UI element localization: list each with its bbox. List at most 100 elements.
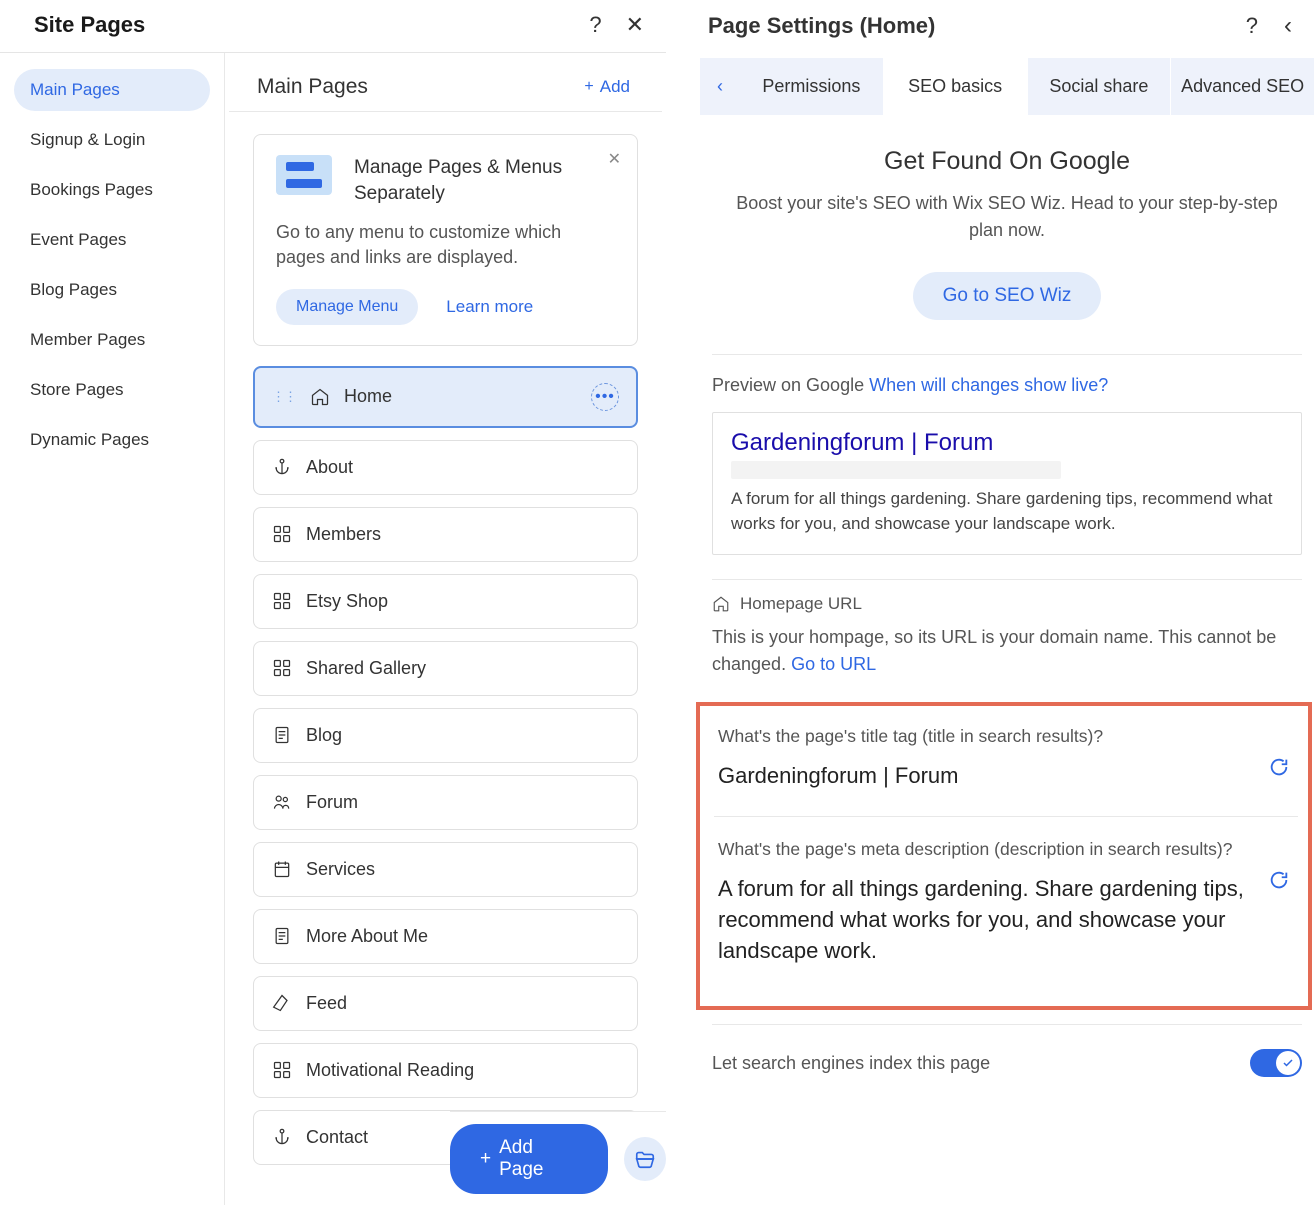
sidebar-item-bookings[interactable]: Bookings Pages — [14, 169, 210, 211]
sidebar-item-blog[interactable]: Blog Pages — [14, 269, 210, 311]
page-item-shared-gallery[interactable]: Shared Gallery — [253, 641, 638, 696]
drag-handle-icon[interactable]: ⋮⋮ — [272, 389, 296, 405]
sidebar: Main Pages Signup & Login Bookings Pages… — [0, 53, 225, 1205]
page-list: ⋮⋮ Home ••• About Members Etsy Shop Shared Gal… — [225, 366, 666, 1205]
title-tag-value[interactable]: Gardeningforum | Forum — [718, 761, 1294, 792]
sidebar-item-dynamic[interactable]: Dynamic Pages — [14, 419, 210, 461]
page-item-label: Shared Gallery — [306, 658, 426, 679]
page-item-more-about-me[interactable]: More About Me — [253, 909, 638, 964]
page-item-feed[interactable]: Feed — [253, 976, 638, 1031]
close-icon[interactable]: ✕ — [626, 12, 644, 38]
grid-icon — [272, 1060, 292, 1080]
help-icon[interactable]: ? — [1246, 13, 1258, 39]
sidebar-item-signup-login[interactable]: Signup & Login — [14, 119, 210, 161]
page-item-label: Blog — [306, 725, 342, 746]
bottom-bar: +Add Page — [450, 1111, 666, 1205]
help-icon[interactable]: ? — [589, 12, 601, 38]
meta-desc-label: What's the page's meta description (desc… — [718, 839, 1294, 860]
plus-icon: + — [584, 78, 593, 96]
page-item-services[interactable]: Services — [253, 842, 638, 897]
info-card: ✕ Manage Pages & Menus Separately Go to … — [253, 134, 638, 346]
add-folder-button[interactable] — [624, 1137, 666, 1181]
go-to-url-link[interactable]: Go to URL — [791, 654, 876, 674]
manage-menu-button[interactable]: Manage Menu — [276, 289, 418, 325]
page-more-button[interactable]: ••• — [591, 383, 619, 411]
page-item-label: Home — [344, 386, 392, 407]
page-item-label: About — [306, 457, 353, 478]
page-item-label: Feed — [306, 993, 347, 1014]
tab-permissions[interactable]: Permissions — [740, 58, 884, 115]
changes-live-link[interactable]: When will changes show live? — [869, 375, 1108, 395]
page-item-blog[interactable]: Blog — [253, 708, 638, 763]
homepage-url-section: Homepage URL This is your hompage, so it… — [708, 580, 1306, 702]
tabs-scroll-left[interactable]: ‹ — [700, 58, 740, 115]
anchor-icon — [272, 1127, 292, 1147]
chevron-left-icon[interactable]: ‹ — [1284, 12, 1292, 40]
add-page-link[interactable]: +Add — [584, 77, 630, 97]
title-tag-label: What's the page's title tag (title in se… — [718, 726, 1294, 747]
page-item-members[interactable]: Members — [253, 507, 638, 562]
pages-column: Main Pages +Add ✕ Manage Pages & Menus S… — [225, 53, 666, 1205]
page-item-forum[interactable]: Forum — [253, 775, 638, 830]
calendar-icon — [272, 859, 292, 879]
google-preview-section: Preview on Google When will changes show… — [708, 355, 1306, 579]
page-item-label: Members — [306, 524, 381, 545]
page-icon — [272, 725, 292, 745]
page-item-label: Forum — [306, 792, 358, 813]
people-icon — [272, 792, 292, 812]
homepage-url-label: Homepage URL — [740, 594, 862, 614]
page-item-label: Motivational Reading — [306, 1060, 474, 1081]
seo-wiz-button[interactable]: Go to SEO Wiz — [913, 272, 1102, 320]
title-reset-button[interactable] — [1268, 756, 1292, 780]
left-header: Site Pages ? ✕ — [0, 0, 666, 53]
info-desc: Go to any menu to customize which pages … — [276, 220, 615, 270]
page-icon — [272, 926, 292, 946]
grid-icon — [272, 524, 292, 544]
seo-hero: Get Found On Google Boost your site's SE… — [708, 147, 1306, 354]
page-item-label: Contact — [306, 1127, 368, 1148]
site-pages-title: Site Pages — [34, 12, 145, 38]
tabs-row: ‹ Permissions SEO basics Social share Ad… — [700, 58, 1314, 115]
plus-icon: + — [480, 1148, 491, 1170]
sidebar-item-store[interactable]: Store Pages — [14, 369, 210, 411]
page-settings-panel: Page Settings (Home) ? ‹ ‹ Permissions S… — [700, 0, 1314, 1204]
menu-illustration-icon — [276, 155, 332, 195]
page-item-home[interactable]: ⋮⋮ Home ••• — [253, 366, 638, 428]
meta-desc-field: What's the page's meta description (desc… — [714, 835, 1298, 984]
seo-hero-desc: Boost your site's SEO with Wix SEO Wiz. … — [728, 190, 1286, 244]
sidebar-item-event[interactable]: Event Pages — [14, 219, 210, 261]
pages-heading: Main Pages — [257, 75, 368, 99]
learn-more-link[interactable]: Learn more — [446, 297, 533, 317]
index-label: Let search engines index this page — [712, 1053, 990, 1074]
grid-icon — [272, 591, 292, 611]
info-title: Manage Pages & Menus Separately — [354, 155, 615, 206]
google-preview-title: Gardeningforum | Forum — [731, 429, 1283, 457]
add-page-button[interactable]: +Add Page — [450, 1124, 608, 1194]
tab-advanced-seo[interactable]: Advanced SEO — [1171, 58, 1314, 115]
title-tag-field: What's the page's title tag (title in se… — [714, 722, 1298, 810]
home-icon — [310, 387, 330, 407]
index-toggle-row: Let search engines index this page — [708, 1025, 1306, 1077]
info-close-icon[interactable]: ✕ — [608, 149, 621, 169]
site-pages-panel: Site Pages ? ✕ Main Pages Signup & Login… — [0, 0, 666, 1204]
page-item-label: Services — [306, 859, 375, 880]
desc-reset-button[interactable] — [1268, 869, 1292, 893]
page-item-etsy-shop[interactable]: Etsy Shop — [253, 574, 638, 629]
meta-desc-value[interactable]: A forum for all things gardening. Share … — [718, 874, 1294, 966]
seo-hero-title: Get Found On Google — [728, 147, 1286, 176]
pen-icon — [272, 993, 292, 1013]
page-item-motivational-reading[interactable]: Motivational Reading — [253, 1043, 638, 1098]
tab-seo-basics[interactable]: SEO basics — [884, 58, 1028, 115]
google-preview-card: Gardeningforum | Forum A forum for all t… — [712, 412, 1302, 555]
google-preview-desc: A forum for all things gardening. Share … — [731, 487, 1283, 536]
sidebar-item-main-pages[interactable]: Main Pages — [14, 69, 210, 111]
tab-social-share[interactable]: Social share — [1028, 58, 1172, 115]
page-item-about[interactable]: About — [253, 440, 638, 495]
sidebar-item-member[interactable]: Member Pages — [14, 319, 210, 361]
page-item-label: Etsy Shop — [306, 591, 388, 612]
preview-label: Preview on Google When will changes show… — [712, 375, 1302, 396]
google-preview-url — [731, 461, 1061, 479]
index-toggle[interactable] — [1250, 1049, 1302, 1077]
seo-fields-highlight: What's the page's title tag (title in se… — [696, 702, 1312, 1010]
page-item-label: More About Me — [306, 926, 428, 947]
